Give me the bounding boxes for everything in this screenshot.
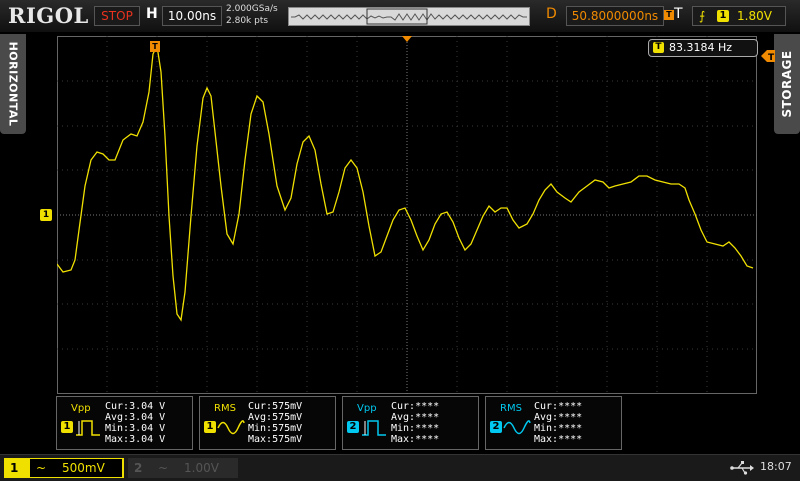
channel1-number: 1 xyxy=(10,461,19,475)
rms-sine-icon xyxy=(217,420,245,435)
measurement-vpp-ch2[interactable]: Vpp 2 Cur:**** Avg:**** Min:**** Max:***… xyxy=(342,396,479,450)
trigger-level: 1.80V xyxy=(737,9,772,23)
storage-tab-label: STORAGE xyxy=(780,50,794,118)
trigger-settings[interactable]: ⨍ 1 1.80V xyxy=(692,6,786,26)
rising-edge-icon: ⨍ xyxy=(699,9,706,23)
measurement-avg: Avg:**** xyxy=(391,412,440,423)
channel1-waveform xyxy=(57,43,754,322)
channel1-scale: 500mV xyxy=(62,461,105,475)
sample-info: 2.000GSa/s 2.80k pts xyxy=(226,3,278,27)
channel-badge: 1 xyxy=(204,421,216,433)
measurement-name: RMS xyxy=(214,403,236,414)
sample-rate: 2.000GSa/s xyxy=(226,4,278,14)
timebase-value[interactable]: 10.00ns xyxy=(162,6,222,26)
channel2-settings[interactable]: 2 ~ 1.00V xyxy=(128,458,238,478)
vpp-pulse-icon xyxy=(362,420,386,436)
horizontal-label: H xyxy=(146,6,158,22)
measurement-max: Max:3.04 V xyxy=(105,434,166,445)
measurement-max: Max:575mV xyxy=(248,434,303,445)
measurement-min: Min:**** xyxy=(391,423,440,434)
horizontal-tab-label: HORIZONTAL xyxy=(6,41,20,127)
delay-label: D xyxy=(546,6,557,22)
frequency-value: 83.3184 Hz xyxy=(669,41,733,54)
trigger-time-marker xyxy=(402,36,412,42)
trigger-source-icon: T xyxy=(653,42,664,53)
channel1-settings[interactable]: 1 ~ 500mV xyxy=(4,458,124,478)
vpp-pulse-icon xyxy=(76,420,100,436)
measurement-max: Max:**** xyxy=(391,434,440,445)
channel-badge: 2 xyxy=(490,421,502,433)
horizontal-menu-tab[interactable]: HORIZONTAL xyxy=(0,34,26,134)
measurement-avg: Avg:**** xyxy=(534,412,583,423)
measurement-min: Min:**** xyxy=(534,423,583,434)
channel2-number: 2 xyxy=(134,461,143,475)
storage-menu-tab[interactable]: STORAGE xyxy=(774,34,800,134)
measurement-rms-ch2[interactable]: RMS 2 Cur:**** Avg:**** Min:**** Max:***… xyxy=(485,396,622,450)
delay-value[interactable]: 50.8000000ns xyxy=(566,6,664,26)
trigger-level-marker[interactable]: T xyxy=(761,50,775,62)
graticule xyxy=(57,36,757,394)
waveform-display[interactable]: T 1 T xyxy=(40,36,775,394)
top-status-bar: RIGOL STOP H 10.00ns 2.000GSa/s 2.80k pt… xyxy=(0,0,800,32)
measurement-cur: Cur:575mV xyxy=(248,401,303,412)
measurement-avg: Avg:575mV xyxy=(248,412,303,423)
measurement-rms-ch1[interactable]: RMS 1 Cur:575mV Avg:575mV Min:575mV Max:… xyxy=(199,396,336,450)
measurement-name: RMS xyxy=(500,403,522,414)
brand-logo: RIGOL xyxy=(8,3,89,28)
run-stop-status[interactable]: STOP xyxy=(94,6,140,26)
svg-text:T: T xyxy=(768,53,775,62)
channel-status-bar: 1 ~ 500mV 2 ~ 1.00V 18:07 xyxy=(0,454,800,481)
channel-badge: 2 xyxy=(347,421,359,433)
measurement-panel: Vpp 1 Cur:3.04 V Avg:3.04 V Min:3.04 V M… xyxy=(56,396,756,450)
trigger-marker-waveform: T xyxy=(150,41,160,52)
channel1-info: ~ 500mV xyxy=(30,459,122,477)
measurement-max: Max:**** xyxy=(534,434,583,445)
memory-depth: 2.80k pts xyxy=(226,16,269,26)
measurement-cur: Cur:**** xyxy=(534,401,583,412)
measurement-cur: Cur:3.04 V xyxy=(105,401,166,412)
usb-icon xyxy=(730,461,754,475)
channel-badge: 1 xyxy=(61,421,73,433)
rms-sine-icon xyxy=(503,420,531,435)
channel2-scale: 1.00V xyxy=(184,461,219,475)
trigger-label: T xyxy=(674,6,683,22)
measurement-cur: Cur:**** xyxy=(391,401,440,412)
trigger-source-badge: 1 xyxy=(717,10,729,22)
measurement-vpp-ch1[interactable]: Vpp 1 Cur:3.04 V Avg:3.04 V Min:3.04 V M… xyxy=(56,396,193,450)
channel1-coupling: ~ xyxy=(36,461,47,475)
measurement-min: Min:575mV xyxy=(248,423,303,434)
system-clock: 18:07 xyxy=(760,460,792,473)
measurement-name: Vpp xyxy=(71,403,91,414)
trigger-position-marker-top: T xyxy=(664,10,674,20)
memory-position-bar[interactable]: T xyxy=(288,7,674,26)
frequency-counter: T 83.3184 Hz xyxy=(648,39,758,57)
memory-waveform-preview xyxy=(291,8,527,25)
channel2-coupling: ~ xyxy=(158,461,169,475)
measurement-avg: Avg:3.04 V xyxy=(105,412,166,423)
measurement-name: Vpp xyxy=(357,403,377,414)
channel1-ground-marker[interactable]: 1 xyxy=(40,209,52,221)
measurement-min: Min:3.04 V xyxy=(105,423,166,434)
